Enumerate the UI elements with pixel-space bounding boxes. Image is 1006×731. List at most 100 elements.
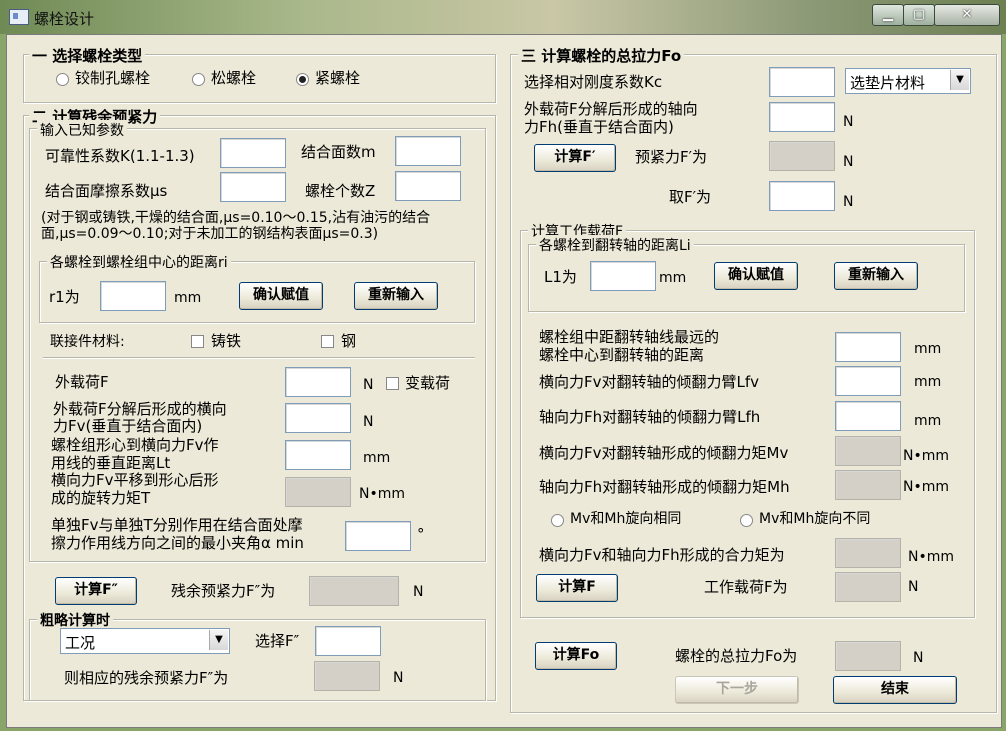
farthest-distance-input[interactable] [835, 332, 901, 362]
reinput-li-button[interactable]: 重新输入 [834, 262, 918, 290]
fh-unit: N [843, 114, 854, 130]
radio-loose-bolt-label[interactable]: 松螺栓 [211, 69, 256, 87]
farthest-distance-label-line2: 螺栓中心到翻转轴的距离 [539, 346, 705, 364]
r1-label: r1为 [49, 288, 80, 306]
radio-tight-bolt-label[interactable]: 紧螺栓 [315, 69, 360, 87]
residual-preload-unit: N [413, 584, 424, 600]
calc-residual-button[interactable]: 计算F″ [55, 577, 137, 605]
farthest-distance-unit: mm [914, 341, 942, 357]
radio-loose-bolt[interactable] [192, 73, 205, 86]
friction-note-line1: (对于钢或铸铁,干燥的结合面,μs=0.10～0.15,沾有油污的结合 [41, 210, 431, 226]
r1-input[interactable] [100, 281, 166, 311]
total-tension-output [835, 641, 901, 671]
mh-output [835, 470, 901, 500]
chevron-down-icon[interactable]: ▼ [209, 630, 228, 650]
l1-unit: mm [659, 270, 687, 286]
gasket-material-value: 选垫片材料 [850, 74, 926, 92]
lfv-input[interactable] [835, 366, 901, 396]
radio-same-direction[interactable] [551, 514, 564, 527]
ri-distance-title: 各螺栓到螺栓组中心的距离ri [47, 252, 231, 272]
finish-button[interactable]: 结束 [833, 676, 957, 704]
take-preload-input[interactable] [769, 181, 835, 211]
mv-output [835, 436, 901, 466]
resultant-moment-output [835, 538, 901, 568]
work-load-output [835, 572, 901, 602]
window-title: 螺栓设计 [34, 10, 95, 28]
chevron-down-icon[interactable]: ▼ [950, 70, 969, 90]
friction-coef-input[interactable] [220, 172, 286, 202]
condition-select-value: 工况 [65, 634, 96, 652]
torque-t-label-line2: 成的旋转力矩T [51, 489, 151, 507]
resultant-moment-label: 横向力Fv和轴向力Fh形成的合力矩为 [539, 546, 785, 564]
next-step-button[interactable]: 下一步 [675, 676, 799, 704]
interface-count-input[interactable] [395, 136, 461, 166]
preload-unit: N [843, 154, 854, 170]
material-divider [43, 357, 475, 359]
material-label: 联接件材料: [50, 334, 125, 350]
section3-title: 三 计算螺栓的总拉力Fo [518, 45, 685, 66]
select-f-input[interactable] [315, 626, 381, 656]
variable-load-checkbox[interactable] [386, 377, 399, 390]
lt-input[interactable] [285, 440, 351, 470]
kc-label: 选择相对刚度系数Kc [524, 73, 663, 91]
confirm-li-button[interactable]: 确认赋值 [714, 262, 798, 290]
lfh-input[interactable] [835, 401, 901, 431]
angle-label-line1: 单独Fv与单独T分别作用在结合面处摩 [51, 516, 303, 534]
gasket-material-select[interactable]: 选垫片材料 ▼ [845, 68, 971, 94]
lfh-label: 轴向力Fh对翻转轴的倾翻力臂Lfh [539, 408, 761, 426]
lt-unit: mm [363, 450, 391, 466]
friction-coef-label: 结合面摩擦系数μs [45, 182, 168, 200]
title-bar: 螺栓设计 ▁ ▢ ✕ [0, 0, 1006, 34]
li-distance-title: 各螺栓到翻转轴的距离Li [536, 235, 694, 255]
radio-reamed-bolt[interactable] [56, 73, 69, 86]
calc-preload-button[interactable]: 计算F′ [534, 144, 616, 172]
kc-input[interactable] [769, 67, 835, 97]
mh-label: 轴向力Fh对翻转轴形成的倾翻力矩Mh [539, 478, 790, 496]
fv-label-line2: 力Fv(垂直于结合面内) [53, 417, 203, 435]
section1-title: 一 选择螺栓类型 [29, 45, 146, 66]
l1-label: L1为 [544, 268, 577, 286]
known-params-title: 输入已知参数 [37, 120, 127, 140]
steel-checkbox[interactable] [321, 335, 334, 348]
take-preload-unit: N [843, 194, 854, 210]
work-load-label: 工作载荷F为 [704, 578, 788, 596]
fv-input[interactable] [285, 403, 351, 433]
calc-total-tension-button[interactable]: 计算Fo [535, 642, 617, 670]
torque-t-unit: N•mm [359, 486, 406, 502]
reinput-ri-button[interactable]: 重新输入 [354, 282, 438, 310]
l1-input[interactable] [590, 261, 656, 291]
residual-preload-label: 残余预紧力F″为 [171, 582, 276, 600]
fv-unit: N [363, 414, 374, 430]
reliability-k-label: 可靠性系数K(1.1-1.3) [45, 147, 195, 165]
bolt-count-input[interactable] [395, 171, 461, 201]
take-preload-label: 取F′为 [669, 188, 712, 206]
maximize-button[interactable]: ▢ [903, 4, 935, 26]
external-load-input[interactable] [285, 367, 351, 397]
cast-iron-label[interactable]: 铸铁 [211, 332, 241, 350]
variable-load-label[interactable]: 变载荷 [405, 374, 450, 392]
close-button[interactable]: ✕ [934, 4, 1000, 26]
confirm-ri-button[interactable]: 确认赋值 [239, 282, 323, 310]
radio-reamed-bolt-label[interactable]: 铰制孔螺栓 [75, 69, 150, 87]
steel-label[interactable]: 钢 [341, 332, 356, 350]
radio-different-direction-label[interactable]: Mv和Mh旋向不同 [759, 510, 870, 528]
residual-preload-output [309, 576, 399, 606]
calc-work-load-button[interactable]: 计算F [536, 574, 618, 602]
lfh-unit: mm [914, 413, 942, 429]
mh-unit: N•mm [903, 479, 950, 495]
fv-label-line1: 外载荷F分解后形成的横向 [53, 400, 227, 418]
corresponding-residual-label: 则相应的残余预紧力F″为 [64, 669, 229, 687]
fh-input[interactable] [769, 102, 835, 132]
lt-label-line1: 螺栓组形心到横向力Fv作 [51, 436, 219, 454]
cast-iron-checkbox[interactable] [191, 335, 204, 348]
radio-different-direction[interactable] [740, 514, 753, 527]
radio-same-direction-label[interactable]: Mv和Mh旋向相同 [570, 510, 681, 528]
r1-unit: mm [174, 290, 202, 306]
total-tension-label: 螺栓的总拉力Fo为 [675, 647, 798, 665]
radio-tight-bolt[interactable] [296, 73, 309, 86]
reliability-k-input[interactable] [220, 138, 286, 168]
minimize-button[interactable]: ▁ [872, 4, 904, 26]
rough-calc-title: 粗略计算时 [37, 610, 113, 630]
condition-select[interactable]: 工况 ▼ [60, 628, 230, 654]
angle-input[interactable] [345, 521, 411, 551]
